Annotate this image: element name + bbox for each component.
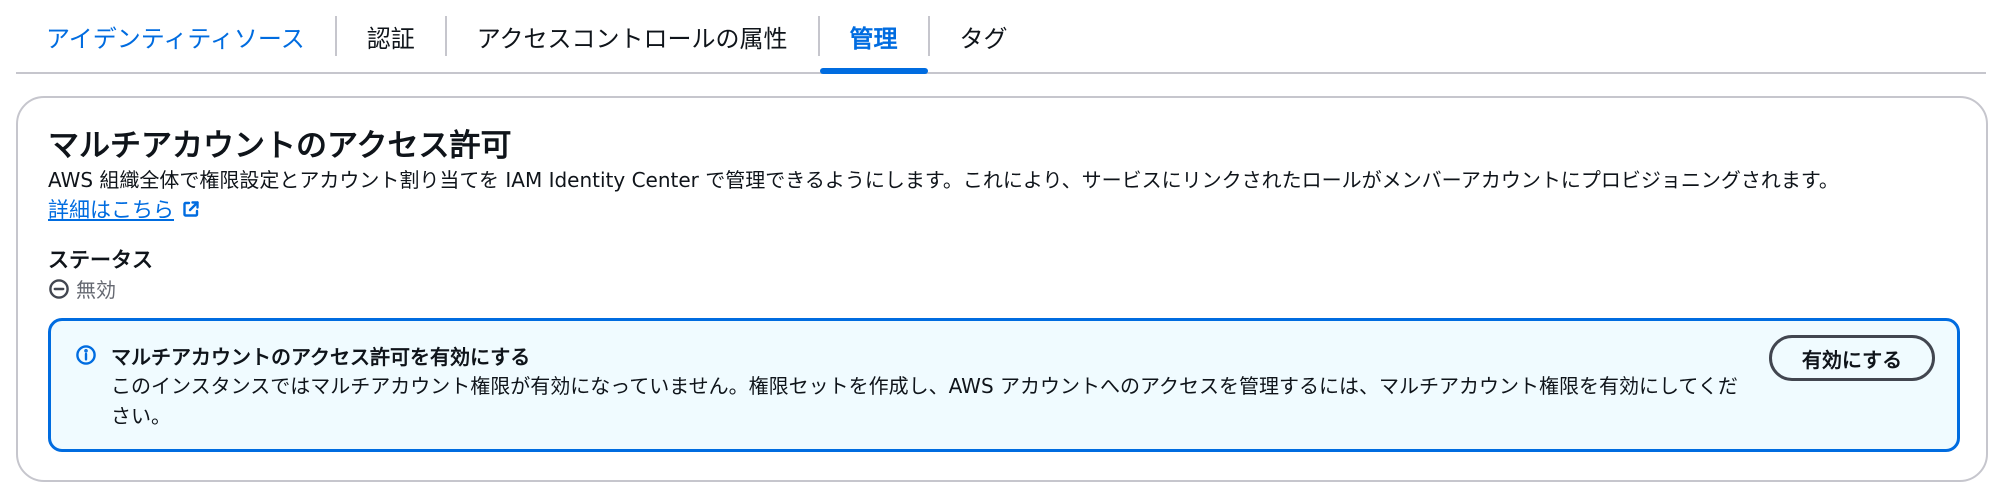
learn-more-label: 詳細はこちら <box>48 198 174 222</box>
enable-button[interactable]: 有効にする <box>1769 335 1935 381</box>
minus-circle-icon <box>48 278 70 300</box>
alert-body: このインスタンスではマルチアカウント権限が有効になっていません。権限セットを作成… <box>111 374 1738 428</box>
tab-authentication[interactable]: 認証 <box>337 0 445 72</box>
external-link-icon <box>182 200 200 218</box>
status-label: ステータス <box>48 248 153 272</box>
panel-title: マルチアカウントのアクセス許可 <box>48 128 512 164</box>
tab-access-control-attributes[interactable]: アクセスコントロールの属性 <box>447 0 818 72</box>
tab-identity-source[interactable]: アイデンティティソース <box>16 0 335 72</box>
status-text: 無効 <box>76 278 116 302</box>
info-icon <box>75 344 97 366</box>
status-value: 無効 <box>48 274 116 303</box>
alert-title: マルチアカウントのアクセス許可を有効にする <box>111 345 531 369</box>
panel-description: AWS 組織全体で権限設定とアカウント割り当てを IAM Identity Ce… <box>48 168 1839 192</box>
tab-management[interactable]: 管理 <box>819 0 928 74</box>
tab-bar: アイデンティティソース 認証 アクセスコントロールの属性 管理 タグ <box>16 0 1986 74</box>
enable-alert: マルチアカウントのアクセス許可を有効にする このインスタンスではマルチアカウント… <box>48 318 1960 452</box>
tab-tags[interactable]: タグ <box>930 0 1038 72</box>
multi-account-permissions-panel: マルチアカウントのアクセス許可 AWS 組織全体で権限設定とアカウント割り当てを… <box>16 96 1988 482</box>
learn-more-link[interactable]: 詳細はこちら <box>48 194 200 224</box>
